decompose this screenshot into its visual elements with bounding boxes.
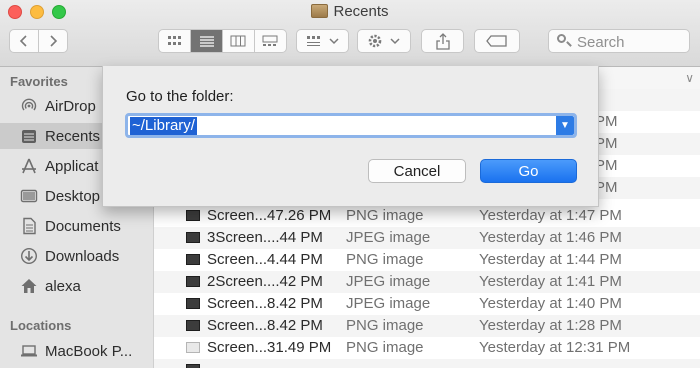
sidebar-item-documents[interactable]: Documents <box>0 213 154 239</box>
columns-icon <box>230 35 246 47</box>
window-title-text: Recents <box>333 3 389 20</box>
gear-icon <box>368 34 382 48</box>
file-name: Screen...8.42 PM <box>207 295 323 312</box>
chevron-left-icon <box>19 35 27 47</box>
group-icon <box>306 36 320 46</box>
file-date: Yesterday at 1:44 PM <box>479 251 622 268</box>
image-file-icon <box>186 320 200 331</box>
file-date: Yesterday at 1:40 PM <box>479 295 622 312</box>
edit-tags-button[interactable] <box>474 29 520 53</box>
sidebar-item-label: AirDrop <box>45 97 96 115</box>
share-icon <box>435 32 450 50</box>
chevron-down-icon[interactable]: ▼ <box>556 116 574 135</box>
file-kind: PNG image <box>346 207 424 224</box>
sidebar-item-label: Documents <box>45 217 121 235</box>
file-kind: JPEG image <box>346 273 431 290</box>
group-by-button[interactable] <box>296 29 349 53</box>
table-row[interactable]: 2Screen....42 PM JPEG image Yesterday at… <box>154 271 700 293</box>
sidebar-item-macbook[interactable]: MacBook P... <box>0 338 154 364</box>
airdrop-icon <box>20 97 38 115</box>
table-row[interactable]: Screen...47.26 PM PNG image Yesterday at… <box>154 205 700 227</box>
file-date: Yesterday at 12:31 PM <box>479 339 631 356</box>
gallery-view-button[interactable] <box>255 30 286 52</box>
file-date: Yesterday at 1:28 PM <box>479 317 622 334</box>
table-row[interactable]: Screen...8.42 PM PNG image Yesterday at … <box>154 315 700 337</box>
list-icon <box>199 36 214 47</box>
search-input[interactable] <box>575 32 689 52</box>
file-kind: PNG image <box>346 339 424 356</box>
downloads-icon <box>20 247 38 265</box>
share-button[interactable] <box>421 29 464 53</box>
folder-path-input[interactable]: ~/Library/ <box>130 117 197 135</box>
file-kind: JPEG image <box>346 295 431 312</box>
table-row[interactable]: Screen...8.42 PM JPEG image Yesterday at… <box>154 293 700 315</box>
sidebar-item-label: Downloads <box>45 247 120 265</box>
image-file-icon <box>186 364 200 368</box>
sort-direction-icon[interactable]: ∨ <box>685 71 694 85</box>
desktop-icon <box>20 187 38 205</box>
column-view-button[interactable] <box>223 30 255 52</box>
list-view-button[interactable] <box>191 30 223 52</box>
applications-icon <box>20 157 38 175</box>
image-file-icon <box>186 210 200 221</box>
documents-icon <box>20 217 38 235</box>
laptop-icon <box>20 342 38 360</box>
cancel-button[interactable]: Cancel <box>368 159 466 183</box>
favorites-heading: Favorites <box>10 74 68 89</box>
action-menu-button[interactable] <box>357 29 411 53</box>
file-date: Yesterday at 1:47 PM <box>479 207 622 224</box>
back-button[interactable] <box>10 30 39 52</box>
file-name: Screen...4.44 PM <box>207 251 323 268</box>
forward-button[interactable] <box>39 30 67 52</box>
window-toolbar: Recents <box>0 0 700 67</box>
image-file-icon <box>186 342 200 353</box>
table-row[interactable]: Screen...4.44 PM PNG image Yesterday at … <box>154 249 700 271</box>
locations-heading: Locations <box>10 318 72 333</box>
file-kind: PNG image <box>346 317 424 334</box>
chevron-right-icon <box>50 35 57 47</box>
table-row[interactable]: Screen...31.49 PM PNG image Yesterday at… <box>154 337 700 359</box>
go-button[interactable]: Go <box>480 159 577 183</box>
image-file-icon <box>186 254 200 265</box>
recents-icon <box>20 127 38 145</box>
navigation-group <box>9 29 68 53</box>
icon-view-button[interactable] <box>159 30 192 52</box>
table-row[interactable] <box>154 359 700 368</box>
file-name: Screen...8.42 PM <box>207 317 323 334</box>
sidebar-item-label: Desktop <box>45 187 101 205</box>
view-mode-group <box>158 29 287 53</box>
window-title: Recents <box>0 3 700 20</box>
grid-icon <box>167 36 181 45</box>
chevron-down-icon <box>328 38 339 45</box>
search-icon <box>557 34 566 43</box>
gallery-icon <box>262 35 278 46</box>
go-to-folder-label: Go to the folder: <box>126 88 234 105</box>
image-file-icon <box>186 276 200 287</box>
file-date: Yesterday at 1:41 PM <box>479 273 622 290</box>
home-icon <box>20 277 38 295</box>
image-file-icon <box>186 232 200 243</box>
table-row[interactable]: 3Screen....44 PM JPEG image Yesterday at… <box>154 227 700 249</box>
folder-path-combobox[interactable]: ~/Library/ ▼ <box>125 113 577 138</box>
sidebar-item-label: Recents <box>45 127 101 145</box>
search-field[interactable] <box>548 29 690 53</box>
sidebar-item-home[interactable]: alexa <box>0 273 154 299</box>
file-kind: JPEG image <box>346 229 431 246</box>
sidebar-item-label: alexa <box>45 277 81 295</box>
image-file-icon <box>186 298 200 309</box>
file-name: 2Screen....42 PM <box>207 273 323 290</box>
file-name: 3Screen....44 PM <box>207 229 323 246</box>
sidebar-item-label: Applicat <box>45 157 99 175</box>
sidebar-item-label: MacBook P... <box>45 342 133 360</box>
sidebar-item-downloads[interactable]: Downloads <box>0 243 154 269</box>
chevron-down-icon <box>390 38 400 45</box>
file-kind: PNG image <box>346 251 424 268</box>
recents-folder-icon <box>311 4 329 18</box>
go-to-folder-sheet: Go to the folder: ~/Library/ ▼ Cancel Go <box>102 66 599 207</box>
tag-icon <box>486 35 507 47</box>
file-name: Screen...47.26 PM <box>207 207 332 224</box>
file-date: Yesterday at 1:46 PM <box>479 229 622 246</box>
file-name: Screen...31.49 PM <box>207 339 332 356</box>
